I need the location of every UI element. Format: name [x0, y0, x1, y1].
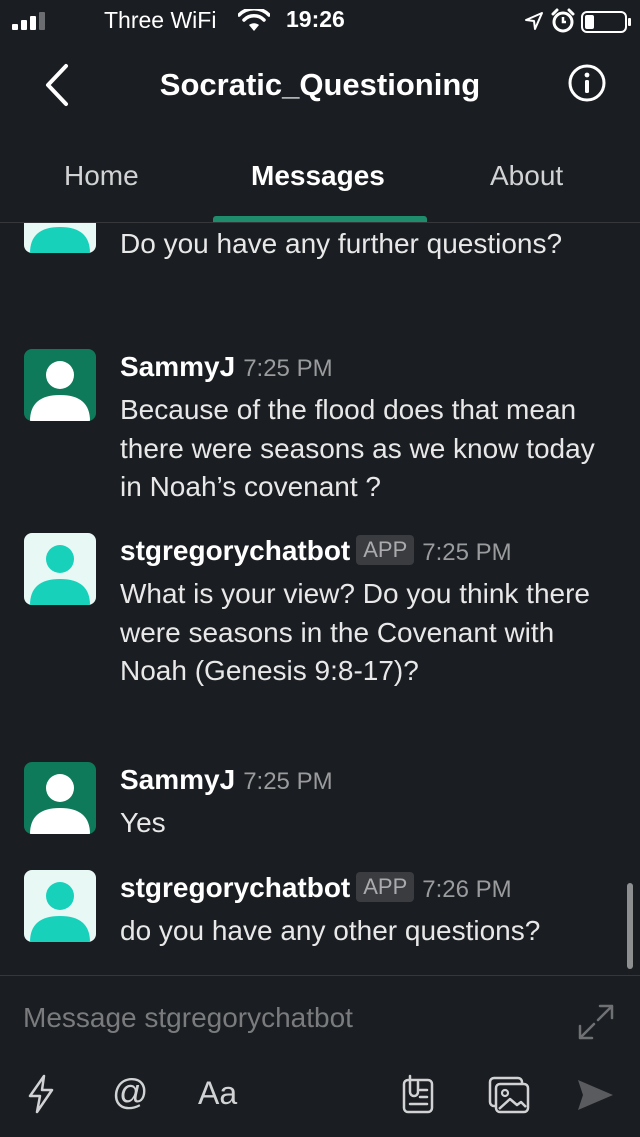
avatar[interactable] [24, 349, 96, 421]
message-time: 7:25 PM [422, 539, 512, 566]
alarm-icon [551, 8, 575, 33]
message-header: stgregorychatbot APP 7:25 PM [120, 535, 512, 567]
message-text: Yes [120, 807, 166, 838]
avatar[interactable] [24, 870, 96, 942]
format-text-button[interactable]: Aa [198, 1075, 237, 1112]
image-icon[interactable] [488, 1074, 530, 1114]
message-text: do you have any other questions? [120, 915, 541, 946]
scrollbar[interactable] [627, 883, 633, 969]
author-name[interactable]: stgregorychatbot [120, 872, 350, 903]
message-list[interactable]: Do you have any further questions? Sammy… [0, 223, 640, 975]
attachment-icon[interactable] [398, 1074, 438, 1114]
channel-header: Socratic_Questioning [0, 42, 640, 132]
avatar[interactable] [24, 762, 96, 834]
tab-about[interactable]: About [490, 160, 563, 192]
tab-messages[interactable]: Messages [251, 160, 385, 192]
location-icon [525, 12, 543, 30]
wifi-icon [238, 9, 270, 31]
avatar[interactable] [24, 533, 96, 605]
shortcuts-bolt-icon[interactable] [26, 1074, 56, 1114]
message-time: 7:25 PM [243, 355, 333, 382]
carrier-label: Three WiFi [104, 7, 217, 33]
send-icon[interactable] [575, 1077, 615, 1113]
app-badge: APP [356, 872, 415, 902]
clock: 19:26 [286, 6, 345, 32]
author-name[interactable]: stgregorychatbot [120, 535, 350, 566]
message-text: Do you have any further questions? [120, 228, 563, 259]
message-time: 7:25 PM [243, 768, 333, 795]
channel-title[interactable]: Socratic_Questioning [0, 67, 640, 103]
tab-bar: Home Messages About [0, 150, 640, 223]
mention-button[interactable]: @ [112, 1071, 149, 1113]
expand-icon[interactable] [576, 1002, 616, 1042]
author-name[interactable]: SammyJ [120, 351, 235, 382]
signal-icon [12, 12, 45, 30]
battery-icon [581, 11, 631, 33]
tab-home[interactable]: Home [64, 160, 139, 192]
message-text: What is your view? Do you think there we… [120, 578, 590, 686]
status-bar: Three WiFi 19:26 [0, 0, 640, 42]
message-header: SammyJ 7:25 PM [120, 764, 333, 796]
message-time: 7:26 PM [422, 876, 512, 903]
message-header: stgregorychatbot APP 7:26 PM [120, 872, 512, 904]
author-name[interactable]: SammyJ [120, 764, 235, 795]
message-text: Because of the flood does that mean ther… [120, 394, 595, 502]
message-header: SammyJ 7:25 PM [120, 351, 333, 383]
active-tab-indicator [213, 216, 427, 222]
message-composer: Message stgregorychatbot @ Aa [0, 975, 640, 1137]
message-input[interactable]: Message stgregorychatbot [23, 1002, 353, 1034]
app-badge: APP [356, 535, 415, 565]
avatar[interactable] [24, 223, 96, 253]
info-icon[interactable] [567, 63, 607, 103]
